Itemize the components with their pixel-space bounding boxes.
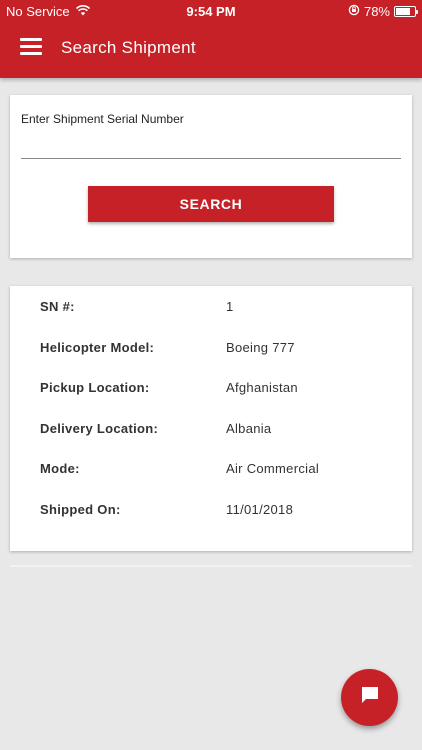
status-right: 78% <box>348 4 418 19</box>
battery-icon <box>394 6 418 17</box>
detail-label: Mode: <box>40 461 80 476</box>
battery-level-fill <box>396 8 411 15</box>
detail-label: Pickup Location: <box>40 380 150 395</box>
detail-row-delivery-location: Delivery Location: Albania <box>40 421 390 441</box>
header: No Service 9:54 PM 78% Search Shipment <box>0 0 422 78</box>
detail-row-sn: SN #: 1 <box>40 299 390 319</box>
status-bar: No Service 9:54 PM 78% <box>0 0 422 22</box>
detail-label: Helicopter Model: <box>40 340 155 355</box>
divider <box>10 565 412 567</box>
detail-value: 11/01/2018 <box>226 502 294 517</box>
search-button[interactable]: SEARCH <box>88 186 334 222</box>
page-title: Search Shipment <box>61 38 196 57</box>
detail-value: Air Commercial <box>226 461 320 476</box>
detail-value: Afghanistan <box>226 380 298 395</box>
detail-label: Shipped On: <box>40 502 121 517</box>
app-bar: Search Shipment <box>0 28 422 70</box>
detail-row-pickup-location: Pickup Location: Afghanistan <box>40 380 390 400</box>
battery-percent: 78% <box>363 4 390 19</box>
hamburger-menu-icon[interactable] <box>20 38 42 58</box>
detail-value: Boeing 777 <box>226 340 295 355</box>
detail-row-mode: Mode: Air Commercial <box>40 461 390 481</box>
search-label: Enter Shipment Serial Number <box>21 112 184 126</box>
detail-value: 1 <box>226 299 234 314</box>
shipment-details-card: SN #: 1 Helicopter Model: Boeing 777 Pic… <box>10 286 412 551</box>
search-card: Enter Shipment Serial Number SEARCH <box>10 95 412 258</box>
detail-label: Delivery Location: <box>40 421 159 436</box>
detail-row-helicopter-model: Helicopter Model: Boeing 777 <box>40 340 390 360</box>
detail-label: SN #: <box>40 299 75 314</box>
rotation-lock-icon <box>348 4 360 19</box>
serial-number-input[interactable] <box>21 131 401 159</box>
detail-row-shipped-on: Shipped On: 11/01/2018 <box>40 502 390 522</box>
detail-value: Albania <box>226 421 272 436</box>
chat-fab-button[interactable] <box>341 669 398 726</box>
chat-icon <box>360 685 380 710</box>
